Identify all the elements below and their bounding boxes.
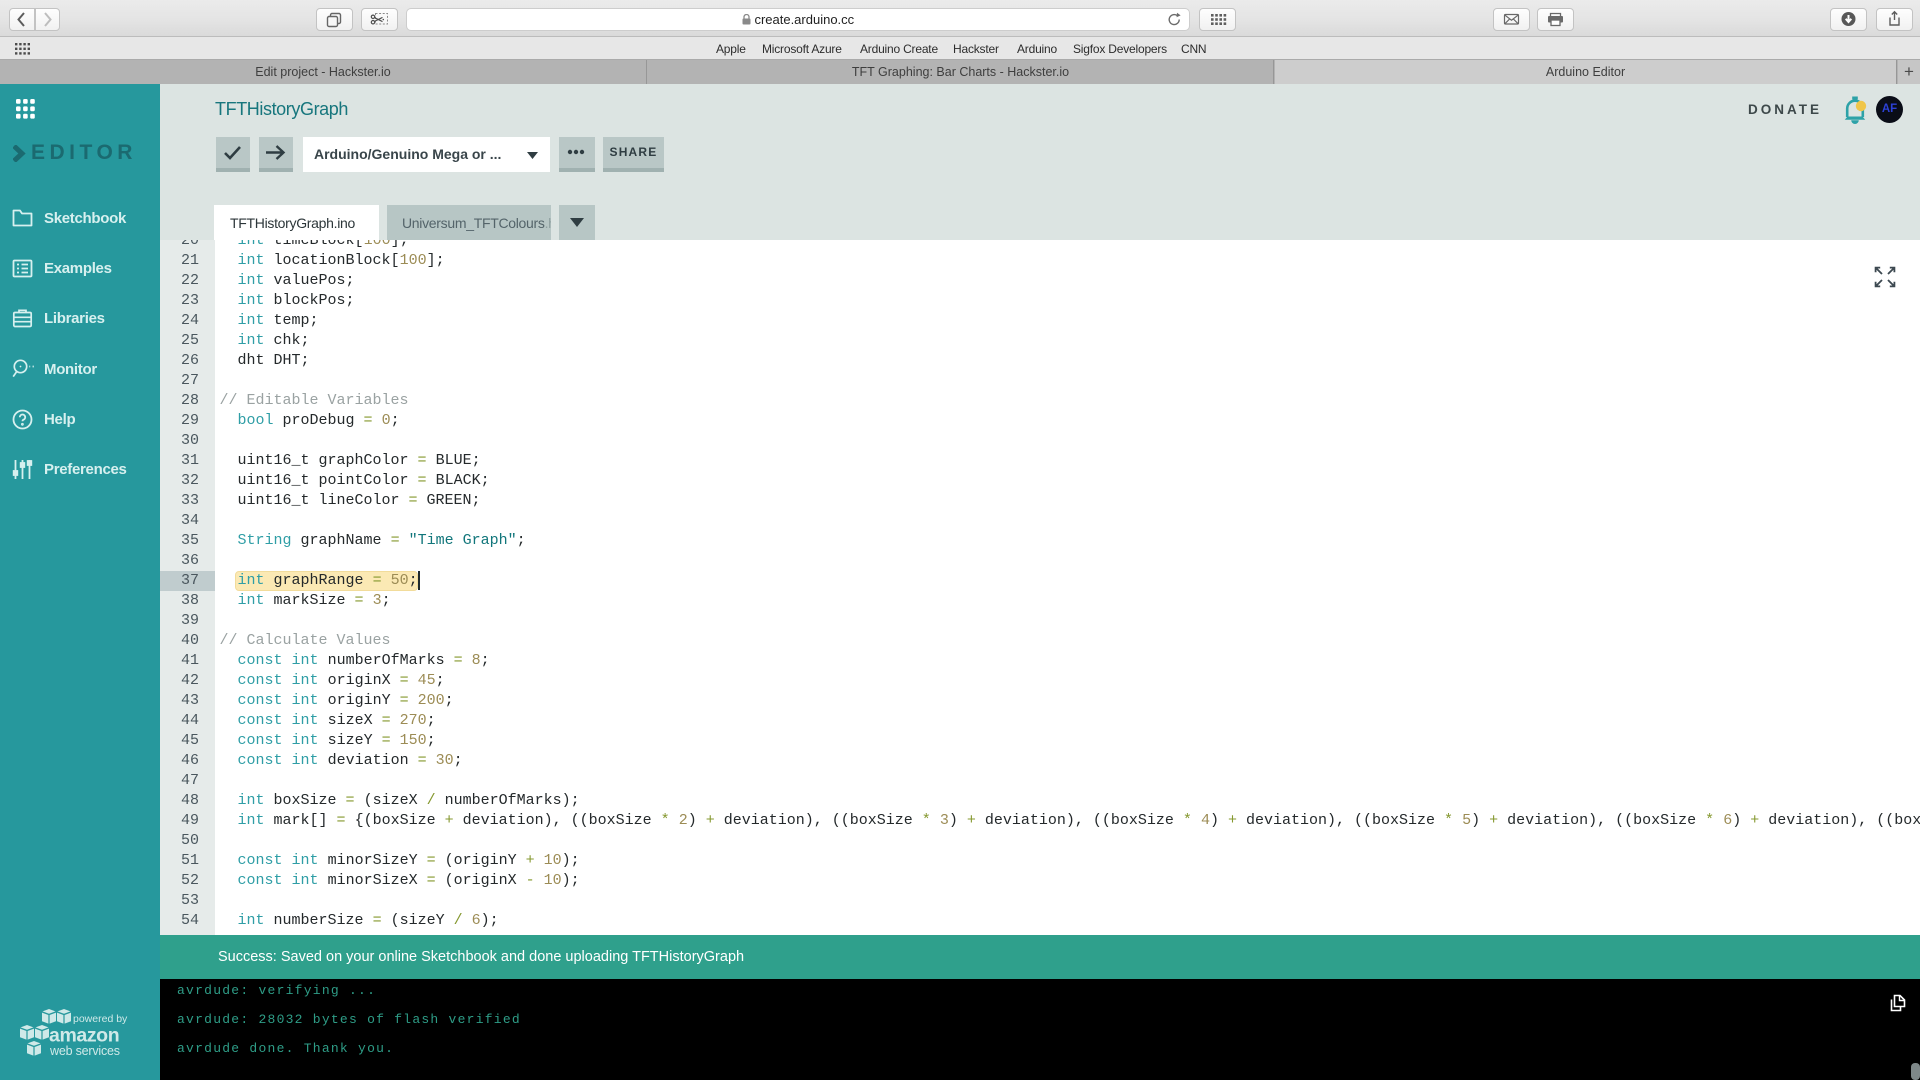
svg-text:web services: web services (49, 1044, 120, 1058)
svg-text:powered by: powered by (73, 1013, 128, 1025)
